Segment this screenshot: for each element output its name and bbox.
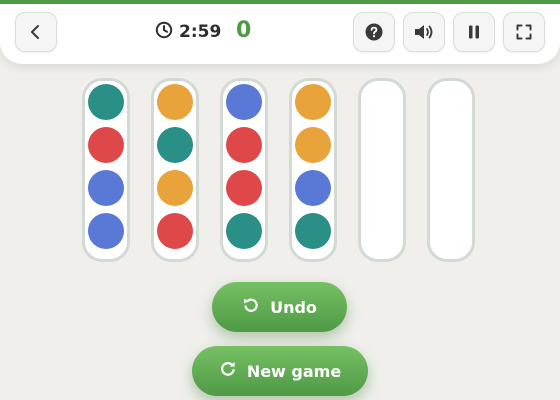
score: 0 [236,18,252,43]
back-button[interactable] [15,12,57,52]
tube-6[interactable] [427,78,475,262]
sound-button[interactable] [403,12,445,52]
ball[interactable] [157,213,193,249]
timer: 2:59 [155,20,221,44]
speaker-icon [413,23,435,41]
top-bar: 2:59 0 [0,0,560,64]
ball[interactable] [88,84,124,120]
fullscreen-icon [516,24,532,40]
ball[interactable] [157,127,193,163]
chevron-left-icon [28,24,44,40]
undo-label: Undo [270,297,317,317]
ball[interactable] [226,213,262,249]
ball[interactable] [157,84,193,120]
ball[interactable] [295,127,331,163]
undo-button[interactable]: Undo [212,282,347,332]
ball[interactable] [295,213,331,249]
pause-button[interactable] [453,12,495,52]
pause-icon [467,24,481,40]
ball[interactable] [226,170,262,206]
new-game-label: New game [246,361,342,381]
undo-icon [242,296,260,318]
restart-icon [219,360,237,382]
timer-text: 2:59 [179,22,222,42]
ball[interactable] [226,127,262,163]
time-progress-bar [0,0,560,4]
ball[interactable] [88,170,124,206]
clock-icon [155,21,173,43]
tube-5[interactable] [358,78,406,262]
ball[interactable] [88,213,124,249]
fullscreen-button[interactable] [503,12,545,52]
ball[interactable] [295,170,331,206]
help-button[interactable] [353,12,395,52]
help-icon [365,23,383,41]
ball[interactable] [157,170,193,206]
new-game-button[interactable]: New game [192,346,368,396]
ball[interactable] [88,127,124,163]
ball[interactable] [295,84,331,120]
ball[interactable] [226,84,262,120]
